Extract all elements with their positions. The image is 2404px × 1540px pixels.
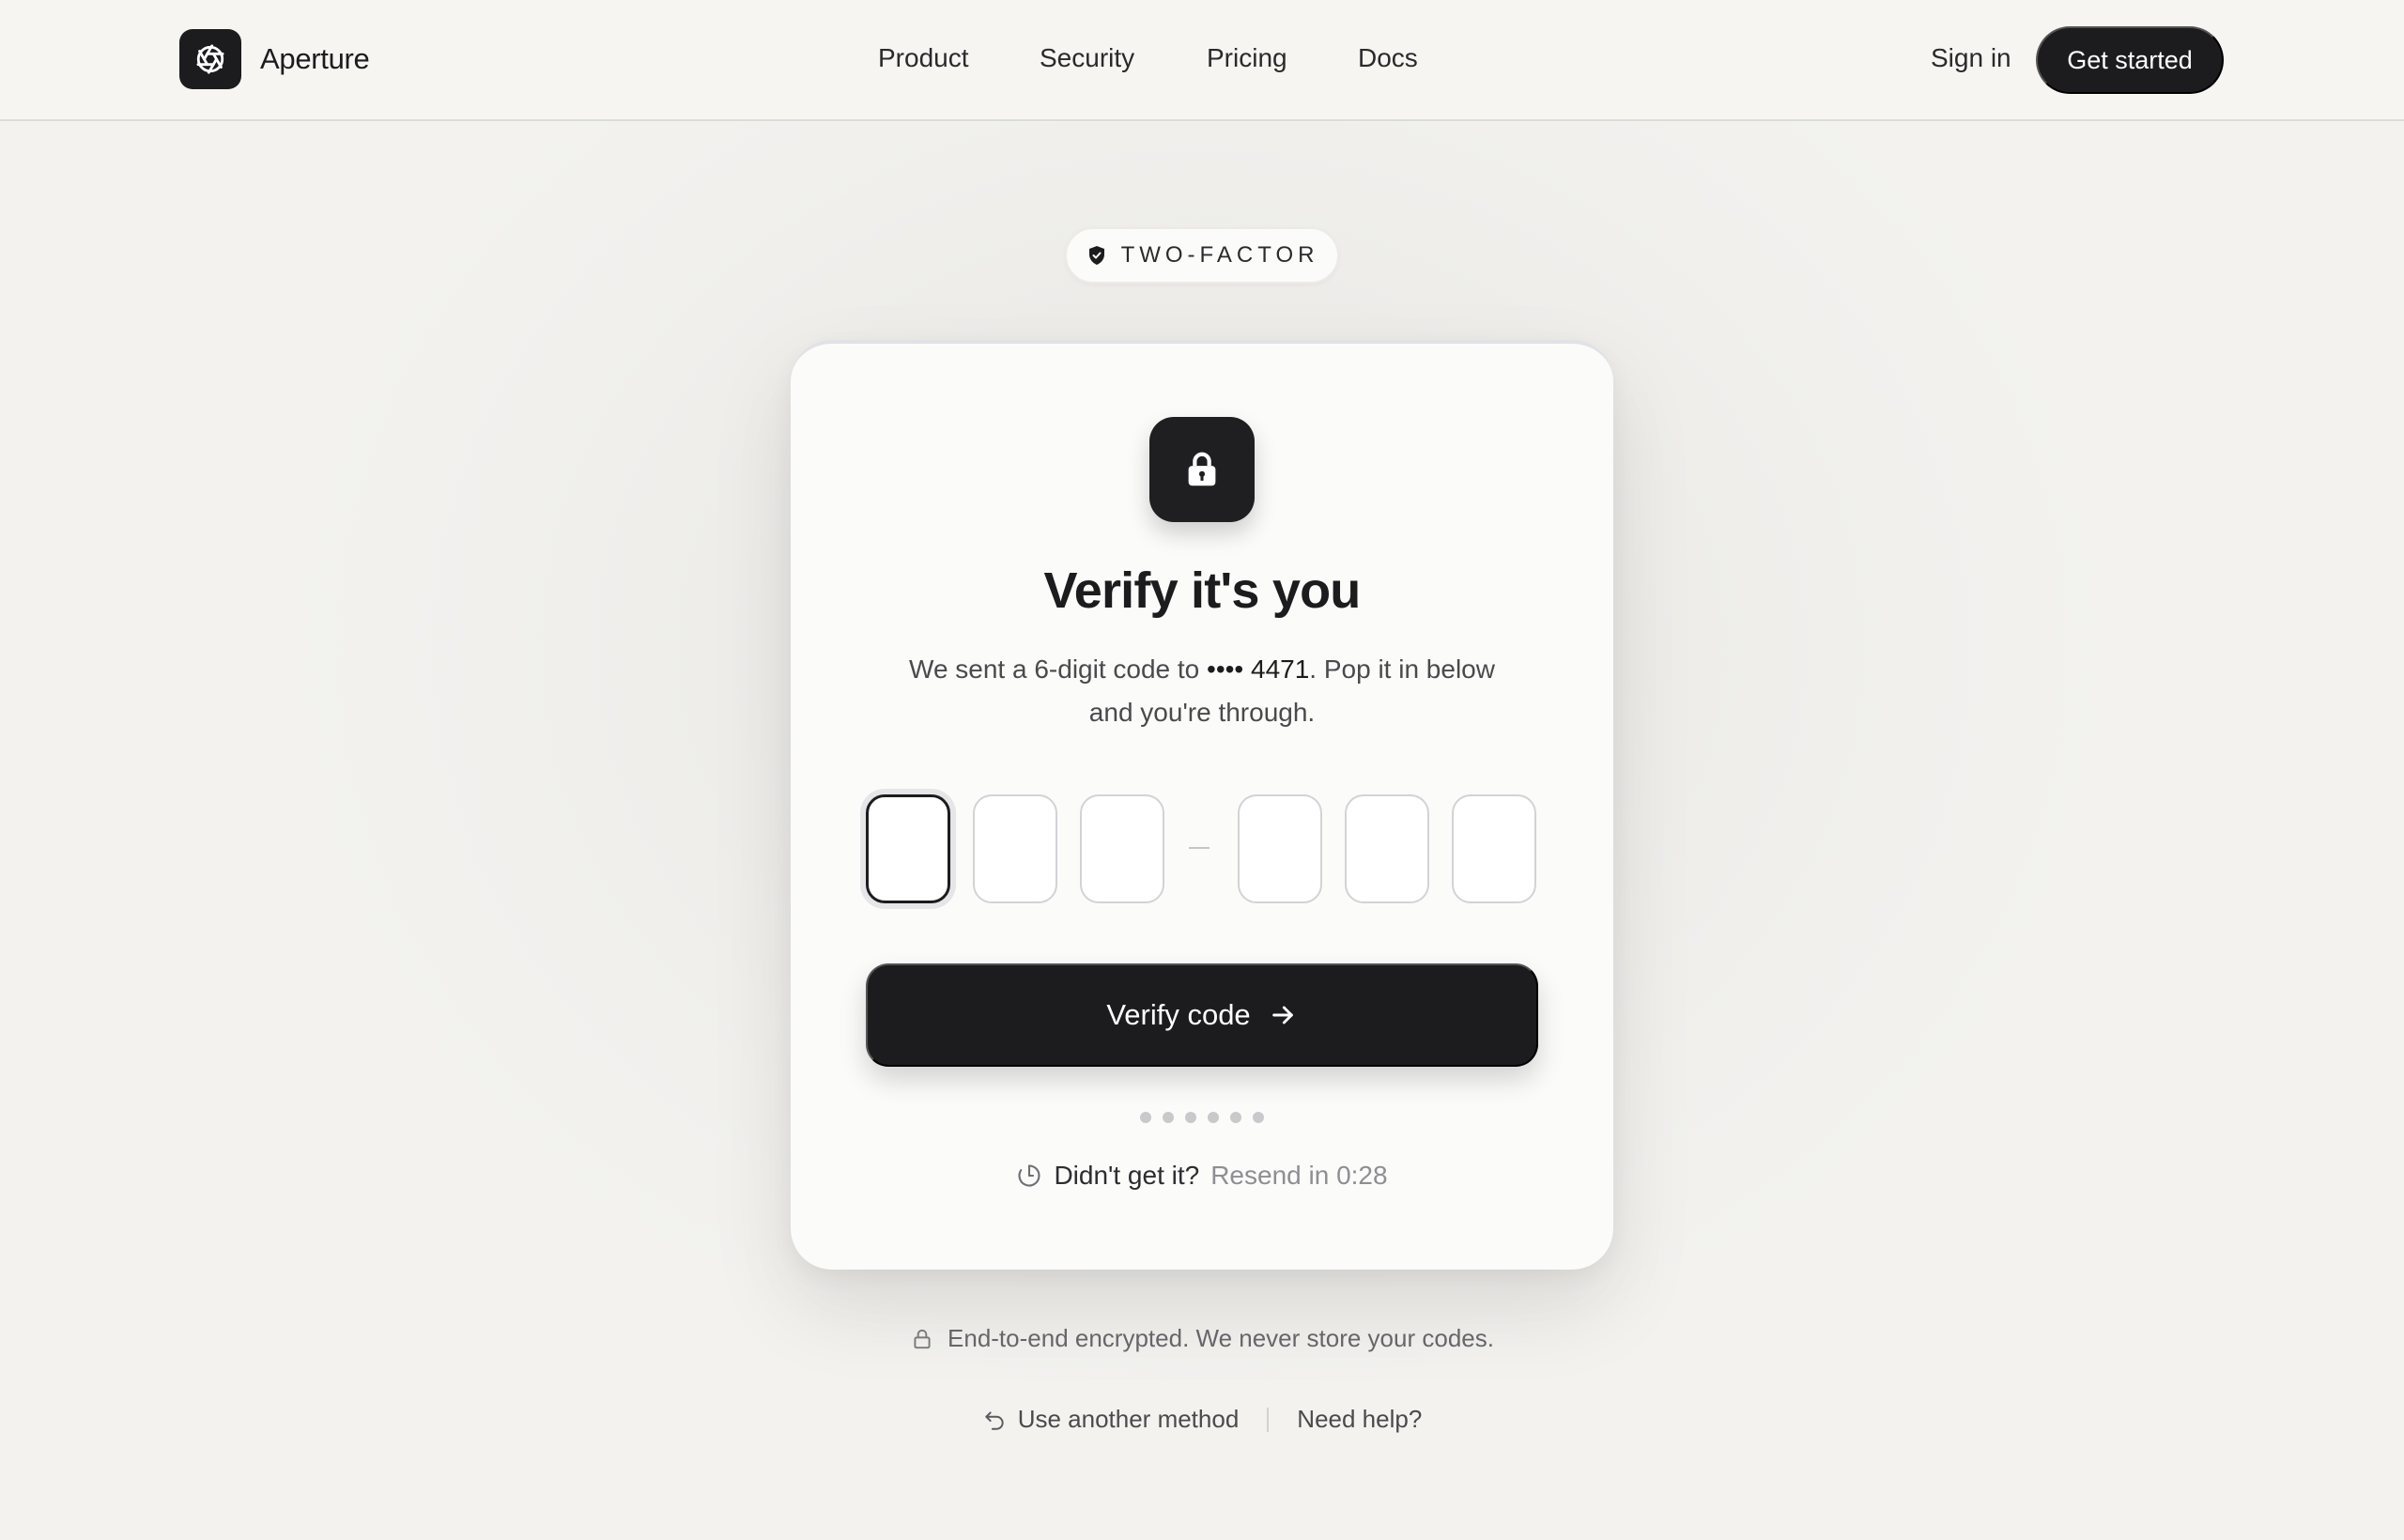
encryption-note-text: End-to-end encrypted. We never store you… [948,1324,1494,1352]
instructions-text: We sent a 6-digit code to •••• 4471. Pop… [903,648,1501,734]
progress-dot [1230,1112,1241,1123]
arrow-right-icon [1268,1000,1298,1030]
verify-code-button[interactable]: Verify code [866,963,1538,1067]
otp-digit-3[interactable] [1080,794,1164,903]
instructions-lead: We sent a 6-digit code to [909,654,1208,684]
brand-name: Aperture [260,42,370,75]
otp-separator [1189,847,1210,849]
alternate-links: Use another method Need help? [0,1405,2404,1434]
use-another-method-link[interactable]: Use another method [982,1405,1240,1434]
link-divider [1267,1407,1270,1432]
nav-pricing[interactable]: Pricing [1207,43,1287,73]
otp-digit-2[interactable] [973,794,1057,903]
verification-card: Verify it's you We sent a 6-digit code t… [791,340,1613,1270]
progress-dot [1163,1112,1174,1123]
lock-icon [1149,417,1255,522]
otp-digit-1[interactable] [866,794,950,903]
otp-digit-4[interactable] [1238,794,1322,903]
page-title: Verify it's you [1043,562,1362,619]
progress-dot [1208,1112,1219,1123]
timer-icon [1016,1163,1042,1189]
progress-dot [1140,1112,1151,1123]
nav-security[interactable]: Security [1040,43,1134,73]
brand[interactable]: Aperture [179,29,370,89]
code-progress-dots [1140,1112,1264,1123]
verify-code-label: Verify code [1106,998,1251,1031]
shield-check-icon [1086,244,1108,267]
resend-row: Didn't get it? Resend in 0:28 [791,1161,1613,1191]
resend-timer: Resend in 0:28 [1210,1161,1388,1190]
sign-in-link[interactable]: Sign in [1931,43,2011,73]
nav-docs[interactable]: Docs [1358,43,1418,73]
progress-dot [1185,1112,1196,1123]
lock-outline-icon [910,1327,934,1351]
otp-digit-6[interactable] [1452,794,1536,903]
use-another-method-label: Use another method [1017,1405,1240,1433]
get-started-button[interactable]: Get started [2036,26,2224,94]
progress-dot [1253,1112,1264,1123]
two-factor-badge: TWO-FACTOR [1065,227,1339,284]
need-help-link[interactable]: Need help? [1297,1405,1422,1434]
aperture-icon [179,29,241,89]
nav-product[interactable]: Product [878,43,969,73]
top-nav-bar: Aperture Product Security Pricing Docs S… [0,0,2404,121]
masked-phone-number: •••• 4471 [1207,654,1310,684]
encryption-note: End-to-end encrypted. We never store you… [0,1324,2404,1353]
otp-input-group [791,794,1613,905]
undo-icon [982,1408,1007,1432]
badge-label: TWO-FACTOR [1120,242,1319,268]
resend-question: Didn't get it? [1054,1161,1200,1190]
otp-digit-5[interactable] [1345,794,1429,903]
